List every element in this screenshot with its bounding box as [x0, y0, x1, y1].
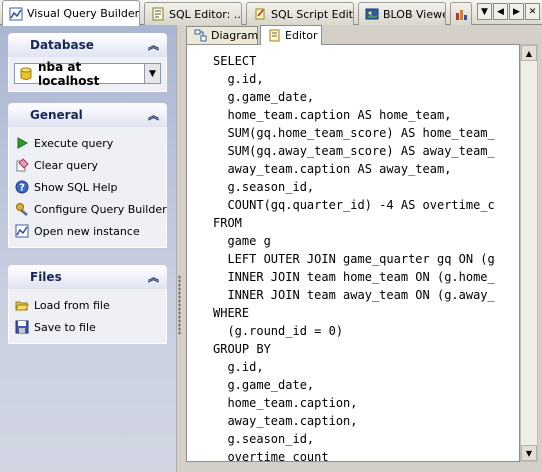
sql-line: SUM(gq.away_team_score) AS away_team_: [213, 144, 495, 158]
splitter-grip[interactable]: [178, 275, 181, 335]
files-section: Files ︽ Load from file Save to file: [8, 265, 167, 344]
sql-line: away_team.caption AS away_team,: [213, 162, 452, 176]
svg-text:?: ?: [19, 183, 25, 194]
sql-line: INNER JOIN team home_team ON (g.home_: [213, 270, 495, 284]
sql-code[interactable]: SELECT g.id, g.game_date, home_team.capt…: [213, 52, 495, 462]
general-section: General ︽ Execute query Clear query ? Sh…: [8, 103, 167, 248]
sql-line: COUNT(gq.quarter_id) -4 AS overtime_c: [213, 198, 495, 212]
sql-line: SELECT: [213, 54, 257, 68]
sql-line: (g.round_id = 0): [213, 324, 344, 338]
diagram-icon: [193, 29, 207, 43]
load-from-file-button[interactable]: Load from file: [15, 294, 160, 316]
save-to-file-button[interactable]: Save to file: [15, 316, 160, 338]
sql-line: g.season_id,: [213, 432, 315, 446]
sql-editor-icon: [151, 7, 165, 21]
tab-sql-script-editor[interactable]: SQL Script Editor: [246, 2, 354, 25]
clear-icon: [15, 158, 29, 172]
tab-list-dropdown-icon[interactable]: ▼: [477, 3, 492, 20]
sql-line: FROM: [213, 216, 242, 230]
show-sql-help-button[interactable]: ? Show SQL Help: [15, 176, 160, 198]
sql-line: g.season_id,: [213, 180, 315, 194]
open-new-instance-button[interactable]: Open new instance: [15, 220, 160, 242]
sql-line: g.game_date,: [213, 90, 315, 104]
sql-line: LEFT OUTER JOIN game_quarter gq ON (g: [213, 252, 495, 266]
configure-query-builder-button[interactable]: Configure Query Builder: [15, 198, 167, 220]
sql-line: g.game_date,: [213, 378, 315, 392]
floppy-disk-icon: [15, 320, 29, 334]
sql-line: away_team.caption,: [213, 414, 358, 428]
database-section: Database ︽ nba at localhost ▼: [8, 33, 167, 92]
scroll-down-icon[interactable]: ▼: [521, 445, 537, 461]
collapse-chevron-icon[interactable]: ︽: [148, 37, 159, 53]
scroll-tabs-right-icon[interactable]: ▶: [509, 3, 524, 20]
sql-line: g.id,: [213, 72, 264, 86]
sql-line: game g: [213, 234, 271, 248]
scroll-up-icon[interactable]: ▲: [521, 45, 537, 61]
open-folder-icon: [15, 298, 29, 312]
status-strip: [182, 462, 542, 472]
close-tab-icon[interactable]: ✕: [525, 3, 540, 20]
blob-viewer-icon: [365, 7, 379, 21]
new-instance-icon: [15, 224, 29, 238]
tab-sql-editor[interactable]: SQL Editor: ...: [144, 2, 242, 25]
query-builder-icon: [9, 7, 23, 21]
sql-line: home_team.caption AS home_team,: [213, 108, 452, 122]
tab-diagram[interactable]: Diagram: [186, 26, 258, 44]
sql-line: overtime_count: [213, 450, 329, 462]
tab-visual-query-builder[interactable]: Visual Query Builder: [2, 0, 140, 26]
navigation-panel: Database ︽ nba at localhost ▼ General ︽ …: [0, 25, 176, 472]
clear-query-button[interactable]: Clear query: [15, 154, 160, 176]
help-icon: ?: [15, 180, 29, 194]
sql-line: SUM(gq.home_team_score) AS home_team_: [213, 126, 495, 140]
sql-editor[interactable]: SELECT g.id, g.game_date, home_team.capt…: [186, 44, 520, 462]
vertical-scrollbar[interactable]: ▲ ▼: [520, 44, 538, 462]
scroll-tabs-left-icon[interactable]: ◀: [493, 3, 508, 20]
collapse-chevron-icon[interactable]: ︽: [148, 269, 159, 285]
sql-line: INNER JOIN team away_team ON (g.away_: [213, 288, 495, 302]
general-section-header[interactable]: General ︽: [8, 103, 167, 127]
collapse-chevron-icon[interactable]: ︽: [148, 107, 159, 123]
tab-navigation: ▼ ◀ ▶ ✕: [477, 3, 540, 20]
database-select[interactable]: nba at localhost ▼: [14, 60, 161, 88]
editor-icon: [267, 29, 281, 43]
sql-line: GROUP BY: [213, 342, 271, 356]
document-tab-strip: Visual Query Builder SQL Editor: ... SQL…: [0, 0, 542, 26]
sql-line: WHERE: [213, 306, 250, 320]
sql-line: home_team.caption,: [213, 396, 358, 410]
editor-view-tabs: Diagram Editor: [186, 25, 542, 45]
script-editor-icon: [253, 7, 267, 21]
execute-query-button[interactable]: Execute query: [15, 132, 160, 154]
files-section-header[interactable]: Files ︽: [8, 265, 167, 289]
database-icon: [19, 67, 33, 81]
play-icon: [15, 136, 29, 150]
panel-splitter[interactable]: [176, 25, 182, 472]
tab-overflow[interactable]: [450, 2, 472, 25]
database-section-header[interactable]: Database ︽: [8, 33, 167, 57]
configure-icon: [15, 202, 29, 216]
chevron-down-icon[interactable]: ▼: [144, 64, 160, 83]
sql-line: g.id,: [213, 360, 264, 374]
chart-icon: [454, 7, 468, 21]
tab-editor[interactable]: Editor: [260, 25, 322, 45]
tab-blob-viewer[interactable]: BLOB Viewer: [358, 2, 446, 25]
